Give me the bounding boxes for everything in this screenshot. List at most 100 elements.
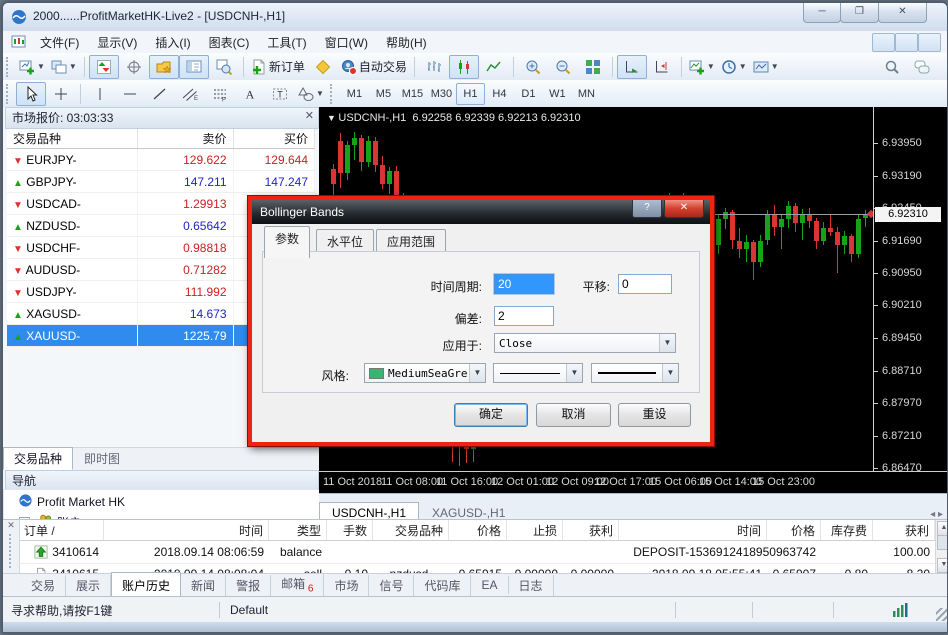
label-button[interactable]: T xyxy=(265,82,295,106)
apply-to-select[interactable]: Close ▼ xyxy=(494,333,676,353)
timeframe-H1[interactable]: H1 xyxy=(456,83,485,105)
mw-col-1[interactable]: 卖价 xyxy=(137,129,233,149)
chart-shift-toggle[interactable] xyxy=(647,55,677,79)
resize-grip[interactable] xyxy=(936,608,948,621)
timeframe-W1[interactable]: W1 xyxy=(543,83,572,105)
scroll-thumb[interactable] xyxy=(937,535,948,550)
mw-col-0[interactable]: 交易品种 xyxy=(7,129,137,149)
menu-V[interactable]: 显示(V) xyxy=(88,31,146,54)
line-chart-button[interactable] xyxy=(479,55,509,79)
terminal-scrollbar[interactable]: ▲ ▼ xyxy=(935,520,948,574)
horizontal-line-button[interactable] xyxy=(115,82,145,106)
term-col-2[interactable]: 类型 xyxy=(269,520,327,540)
navigator-toggle[interactable] xyxy=(149,55,179,79)
scroll-up-icon[interactable]: ▲ xyxy=(937,521,948,536)
terminal-tab-1[interactable]: 展示 xyxy=(66,575,111,596)
close-button[interactable]: ✕ xyxy=(878,3,927,23)
text-button[interactable]: A xyxy=(235,82,265,106)
timeframe-M30[interactable]: M30 xyxy=(427,83,456,105)
table-row[interactable]: 34106142018.09.14 08:06:59balanceDEPOSIT… xyxy=(19,541,935,564)
zoom-in-button[interactable] xyxy=(518,55,548,79)
deviation-input[interactable] xyxy=(494,306,554,326)
terminal-tab-2[interactable]: 账户历史 xyxy=(111,572,181,597)
mw-tab-0[interactable]: 交易品种 xyxy=(3,447,73,470)
metaeditor-button[interactable] xyxy=(308,55,338,79)
timeframe-H4[interactable]: H4 xyxy=(485,83,514,105)
mw-col-2[interactable]: 买价 xyxy=(233,129,314,149)
cursor-button[interactable] xyxy=(16,82,46,106)
chat-button[interactable] xyxy=(907,55,937,79)
zoom-out-button[interactable] xyxy=(548,55,578,79)
price-axis[interactable]: 6.939506.931906.924506.916906.909506.902… xyxy=(873,107,948,471)
terminal-grip[interactable]: ✕ xyxy=(3,520,20,574)
indicators-button[interactable]: ▼ xyxy=(686,55,718,79)
status-profile[interactable]: Default xyxy=(220,603,675,617)
tile-windows-button[interactable] xyxy=(578,55,608,79)
mw-tab-1[interactable]: 即时图 xyxy=(73,447,131,470)
autotrading-button[interactable]: 自动交易 xyxy=(338,55,410,79)
dialog-tab-parameters[interactable]: 参数 xyxy=(264,226,310,258)
term-col-11[interactable]: 获利 xyxy=(873,520,935,540)
term-col-0[interactable]: 订单 / xyxy=(19,520,104,540)
crosshair-button[interactable] xyxy=(46,82,76,106)
trendline-button[interactable] xyxy=(145,82,175,106)
chart-dropdown-icon[interactable]: ▼ xyxy=(327,113,338,123)
menu-H[interactable]: 帮助(H) xyxy=(377,31,436,54)
term-col-6[interactable]: 止损 xyxy=(507,520,563,540)
term-col-3[interactable]: 手数 xyxy=(327,520,373,540)
market-watch-row[interactable]: ▲ GBPJPY-147.211147.247 xyxy=(7,171,315,193)
channel-button[interactable]: E xyxy=(175,82,205,106)
mdi-minimize-button[interactable] xyxy=(872,33,895,52)
mdi-restore-button[interactable] xyxy=(895,33,918,52)
style-color-select[interactable]: MediumSeaGre ▼ xyxy=(364,363,486,383)
minimize-button[interactable]: ─ xyxy=(803,3,841,23)
terminal-tab-6[interactable]: 市场 xyxy=(324,575,369,596)
term-col-7[interactable]: 获利 xyxy=(563,520,619,540)
timeframe-M1[interactable]: M1 xyxy=(340,83,369,105)
line-width-select[interactable]: ▼ xyxy=(591,363,679,383)
search-button[interactable] xyxy=(877,55,907,79)
terminal-tab-4[interactable]: 警报 xyxy=(226,575,271,596)
terminal-header-row[interactable]: 订单 /时间类型手数交易品种价格止损获利时间价格库存费获利 xyxy=(19,520,935,541)
timeframe-M15[interactable]: M15 xyxy=(398,83,427,105)
market-watch-close-icon[interactable]: ✕ xyxy=(305,109,314,122)
term-col-5[interactable]: 价格 xyxy=(449,520,507,540)
periods-button[interactable]: ▼ xyxy=(718,55,750,79)
new-order-button[interactable]: 新订单 xyxy=(248,55,308,79)
terminal-tab-9[interactable]: EA xyxy=(471,576,508,594)
reset-button[interactable]: 重设 xyxy=(618,403,691,427)
terminal-tab-7[interactable]: 信号 xyxy=(369,575,414,596)
terminal-tab-5[interactable]: 邮箱 6 xyxy=(271,573,324,596)
term-col-10[interactable]: 库存费 xyxy=(821,520,873,540)
candle-chart-button[interactable] xyxy=(449,55,479,79)
mdi-close-button[interactable] xyxy=(918,33,941,52)
profiles-button[interactable]: ▼ xyxy=(48,55,80,79)
time-axis[interactable]: 11 Oct 201811 Oct 08:0011 Oct 16:0012 Oc… xyxy=(319,471,948,494)
terminal-tab-0[interactable]: 交易 xyxy=(21,575,66,596)
new-chart-button[interactable]: ▼ xyxy=(16,55,48,79)
terminal-tab-8[interactable]: 代码库 xyxy=(414,575,471,596)
term-col-4[interactable]: 交易品种 xyxy=(373,520,449,540)
menu-F[interactable]: 文件(F) xyxy=(31,31,88,54)
terminal-toggle[interactable] xyxy=(179,55,209,79)
market-watch-row[interactable]: ▼ EURJPY-129.622129.644 xyxy=(7,149,315,171)
terminal-close-icon[interactable]: ✕ xyxy=(3,520,19,531)
bar-chart-button[interactable] xyxy=(419,55,449,79)
term-col-9[interactable]: 价格 xyxy=(767,520,821,540)
strategy-tester-button[interactable] xyxy=(209,55,239,79)
timeframe-MN[interactable]: MN xyxy=(572,83,601,105)
vertical-line-button[interactable] xyxy=(85,82,115,106)
ok-button[interactable]: 确定 xyxy=(454,403,528,427)
data-window-button[interactable] xyxy=(119,55,149,79)
terminal-tab-10[interactable]: 日志 xyxy=(509,575,554,596)
tree-item-ProfitMarketHK[interactable]: Profit Market HK xyxy=(4,492,125,512)
shapes-button[interactable]: ▼ xyxy=(295,82,327,106)
cancel-button[interactable]: 取消 xyxy=(536,403,611,427)
term-col-1[interactable]: 时间 xyxy=(104,520,269,540)
auto-scroll-toggle[interactable] xyxy=(617,55,647,79)
terminal-tab-3[interactable]: 新闻 xyxy=(181,575,226,596)
timeframe-D1[interactable]: D1 xyxy=(514,83,543,105)
menu-T[interactable]: 工具(T) xyxy=(258,31,315,54)
menu-C[interactable]: 图表(C) xyxy=(200,31,259,54)
dialog-title-bar[interactable]: Bollinger Bands ? ✕ xyxy=(252,200,710,224)
